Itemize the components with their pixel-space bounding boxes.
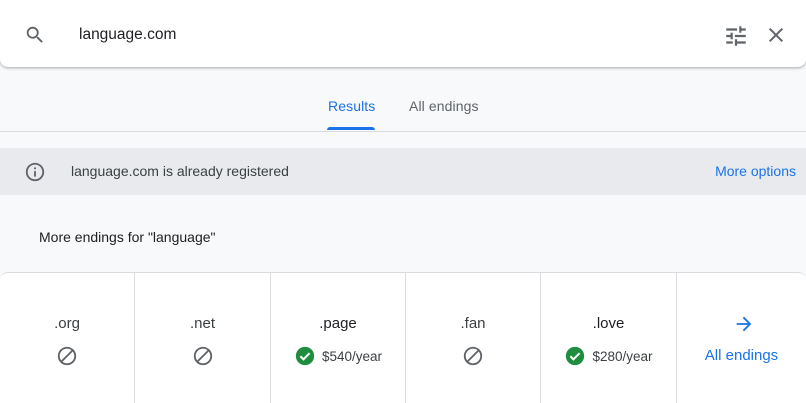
section-heading: More endings for "language" bbox=[39, 229, 216, 245]
ending-status: $540/year bbox=[271, 345, 405, 367]
ending-label: .org bbox=[54, 315, 80, 332]
ending-card-fan[interactable]: .fan bbox=[406, 273, 541, 403]
block-icon bbox=[193, 346, 212, 366]
block-icon bbox=[57, 346, 77, 366]
ending-card-net[interactable]: .net bbox=[135, 273, 271, 403]
block-icon bbox=[463, 346, 483, 366]
arrow-right-icon bbox=[736, 316, 752, 332]
ending-price: $540/year bbox=[321, 348, 383, 364]
search-input[interactable] bbox=[79, 22, 639, 48]
tab-bar: Results All endings bbox=[0, 67, 806, 132]
ending-label: .fan bbox=[460, 315, 486, 332]
more-options-link[interactable]: More options bbox=[715, 163, 796, 179]
ending-status: $280/year bbox=[541, 345, 676, 367]
banner-message: language.com is already registered bbox=[71, 163, 289, 179]
check-circle-icon bbox=[566, 346, 585, 366]
close-icon[interactable] bbox=[764, 23, 788, 47]
ending-card-love[interactable]: .love $280/year bbox=[541, 273, 677, 403]
endings-cards: .org .net .page $540/year .fan .love $28… bbox=[0, 272, 806, 403]
ending-status bbox=[135, 345, 270, 367]
registered-banner: language.com is already registered More … bbox=[0, 148, 806, 195]
ending-label: .page bbox=[319, 315, 357, 332]
active-tab-indicator bbox=[327, 127, 375, 130]
ending-card-page[interactable]: .page $540/year bbox=[271, 273, 406, 403]
tune-icon[interactable] bbox=[723, 23, 749, 49]
ending-card-org[interactable]: .org bbox=[0, 273, 135, 403]
check-circle-icon bbox=[295, 346, 315, 366]
tab-all-endings[interactable]: All endings bbox=[409, 98, 479, 114]
search-icon[interactable] bbox=[24, 24, 46, 46]
all-endings-button[interactable]: All endings bbox=[677, 273, 806, 403]
info-icon bbox=[25, 162, 45, 182]
search-bar bbox=[0, 0, 806, 67]
ending-label: .love bbox=[592, 315, 625, 332]
ending-label: .net bbox=[189, 315, 216, 332]
domain-search-page: Results All endings language.com is alre… bbox=[0, 0, 806, 403]
tab-results[interactable]: Results bbox=[328, 98, 375, 114]
all-endings-label: All endings bbox=[704, 347, 779, 364]
ending-status bbox=[406, 345, 540, 367]
ending-status bbox=[0, 345, 134, 367]
ending-price: $280/year bbox=[592, 348, 653, 364]
